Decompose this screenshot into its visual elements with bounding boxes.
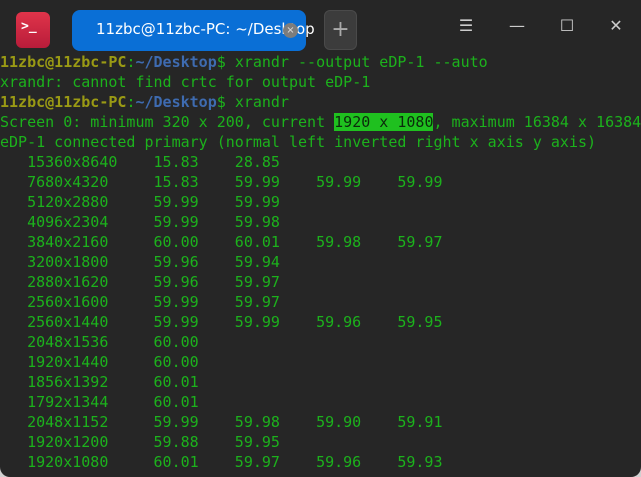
mode-rate: 59.96 — [153, 253, 199, 271]
prompt-end: $ — [216, 53, 235, 71]
terminal-window: >_ 11zbc@11zbc-PC: ~/Desktop × + ☰ — ☐ ✕… — [0, 0, 641, 477]
prompt-user: 11zbc@11zbc-PC — [0, 93, 127, 111]
mode-resolution: 2880x1620 — [27, 273, 109, 291]
mode-rate: 59.99 — [153, 213, 199, 231]
mode-resolution: 2048x1536 — [27, 333, 109, 351]
mode-rate: 59.90 — [316, 413, 362, 431]
mode-resolution: 5120x2880 — [27, 193, 109, 211]
mode-rate: 59.99 — [153, 193, 199, 211]
mode-rate: 59.96 — [316, 313, 362, 331]
mode-rate: 15.83 — [153, 153, 199, 171]
mode-rate: 59.96 — [153, 273, 199, 291]
close-icon[interactable]: ✕ — [604, 14, 628, 38]
mode-rate: 59.99 — [153, 413, 199, 431]
screen-info-pre: Screen 0: minimum 320 x 200, current — [0, 113, 335, 131]
selected-text: 1920 x 1080 — [334, 113, 434, 131]
mode-rate: 59.99 — [234, 313, 280, 331]
mode-resolution: 1792x1344 — [27, 393, 109, 411]
mode-rate: 60.01 — [153, 453, 199, 471]
mode-resolution: 3200x1800 — [27, 253, 109, 271]
maximize-icon[interactable]: ☐ — [555, 14, 579, 38]
prompt-line: 11zbc@11zbc-PC:~/Desktop$ xrandr --outpu… — [0, 52, 641, 72]
mode-resolution: 3840x2160 — [27, 233, 109, 251]
mode-resolution: 2048x1152 — [27, 413, 109, 431]
mode-rate: 59.97 — [234, 273, 280, 291]
mode-list: 15360x8640 15.83 28.85 7680x4320 15.83 59.99 5… — [0, 152, 641, 472]
mode-rate: 59.98 — [316, 233, 362, 251]
mode-rate: 59.94 — [234, 253, 280, 271]
mode-row: 3840x2160 60.00 60.01 59.98 59.97 — [0, 232, 641, 252]
command: xrandr --output eDP-1 --auto — [234, 53, 488, 71]
mode-row: 1920x1440 60.00 — [0, 352, 641, 372]
tab-terminal[interactable]: 11zbc@11zbc-PC: ~/Desktop × — [72, 10, 315, 51]
mode-row: 5120x2880 59.99 59.99 — [0, 192, 641, 212]
mode-row: 15360x8640 15.83 28.85 — [0, 152, 641, 172]
mode-row: 1856x1392 60.01 — [0, 372, 641, 392]
prompt-path: ~/Desktop — [135, 53, 217, 71]
screen-info-post: , maximum 16384 x 16384 — [433, 113, 641, 131]
mode-rate: 59.98 — [234, 413, 280, 431]
menu-icon[interactable]: ☰ — [454, 14, 478, 38]
mode-rate: 60.00 — [153, 353, 199, 371]
mode-resolution: 15360x8640 — [27, 153, 118, 171]
mode-rate: 59.97 — [234, 293, 280, 311]
mode-rate: 59.97 — [397, 233, 443, 251]
mode-resolution: 1920x1200 — [27, 433, 109, 451]
error-line: xrandr: cannot find crtc for output eDP-… — [0, 73, 371, 91]
mode-resolution: 1920x1080 — [27, 453, 109, 471]
mode-rate: 59.99 — [234, 173, 280, 191]
mode-rate: 59.91 — [397, 413, 443, 431]
mode-rate: 60.00 — [153, 333, 199, 351]
mode-rate: 59.98 — [234, 213, 280, 231]
mode-rate: 59.95 — [397, 313, 443, 331]
mode-rate: 28.85 — [234, 153, 280, 171]
mode-rate: 59.99 — [153, 313, 199, 331]
mode-row: 1920x1080 60.01 59.97 59.96 59.93 — [0, 452, 641, 472]
title-bar: >_ 11zbc@11zbc-PC: ~/Desktop × + ☰ — ☐ ✕ — [0, 0, 641, 51]
mode-rate: 60.01 — [234, 233, 280, 251]
mode-rate: 60.01 — [153, 373, 199, 391]
tab-title: 11zbc@11zbc-PC: ~/Desktop — [96, 20, 315, 38]
prompt-end: $ — [216, 93, 235, 111]
mode-row: 2880x1620 59.96 59.97 — [0, 272, 641, 292]
command: xrandr — [234, 93, 289, 111]
mode-row: 2048x1152 59.99 59.98 59.90 59.91 — [0, 412, 641, 432]
new-tab-button[interactable]: + — [324, 10, 357, 50]
mode-resolution: 2560x1600 — [27, 293, 109, 311]
tab-close-icon[interactable]: × — [283, 23, 298, 38]
mode-row: 4096x2304 59.99 59.98 — [0, 212, 641, 232]
mode-row: 2048x1536 60.00 — [0, 332, 641, 352]
terminal-output[interactable]: 11zbc@11zbc-PC:~/Desktop$ xrandr --outpu… — [0, 52, 641, 472]
mode-row: 2560x1600 59.99 59.97 — [0, 292, 641, 312]
mode-resolution: 7680x4320 — [27, 173, 109, 191]
terminal-app-icon: >_ — [16, 12, 50, 48]
mode-rate: 59.88 — [153, 433, 199, 451]
mode-rate: 59.99 — [153, 293, 199, 311]
mode-rate: 59.99 — [234, 193, 280, 211]
mode-rate: 59.93 — [397, 453, 443, 471]
mode-row: 1792x1344 60.01 — [0, 392, 641, 412]
mode-rate: 59.99 — [316, 173, 362, 191]
mode-resolution: 1920x1440 — [27, 353, 109, 371]
mode-row: 3200x1800 59.96 59.94 — [0, 252, 641, 272]
mode-rate: 59.95 — [234, 433, 280, 451]
mode-rate: 60.00 — [153, 233, 199, 251]
mode-rate: 15.83 — [153, 173, 199, 191]
prompt-line: 11zbc@11zbc-PC:~/Desktop$ xrandr — [0, 92, 641, 112]
mode-rate: 59.96 — [316, 453, 362, 471]
mode-resolution: 1856x1392 — [27, 373, 109, 391]
minimize-icon[interactable]: — — [505, 14, 529, 38]
screen-info-line: Screen 0: minimum 320 x 200, current 192… — [0, 112, 641, 132]
output-info-line: eDP-1 connected primary (normal left inv… — [0, 133, 597, 151]
mode-rate: 59.99 — [397, 173, 443, 191]
mode-row: 1920x1200 59.88 59.95 — [0, 432, 641, 452]
prompt-path: ~/Desktop — [135, 93, 217, 111]
mode-resolution: 2560x1440 — [27, 313, 109, 331]
mode-row: 7680x4320 15.83 59.99 59.99 59.99 — [0, 172, 641, 192]
mode-rate: 59.97 — [234, 453, 280, 471]
mode-rate: 60.01 — [153, 393, 199, 411]
mode-resolution: 4096x2304 — [27, 213, 109, 231]
mode-row: 2560x1440 59.99 59.99 59.96 59.95 — [0, 312, 641, 332]
prompt-user: 11zbc@11zbc-PC — [0, 53, 127, 71]
